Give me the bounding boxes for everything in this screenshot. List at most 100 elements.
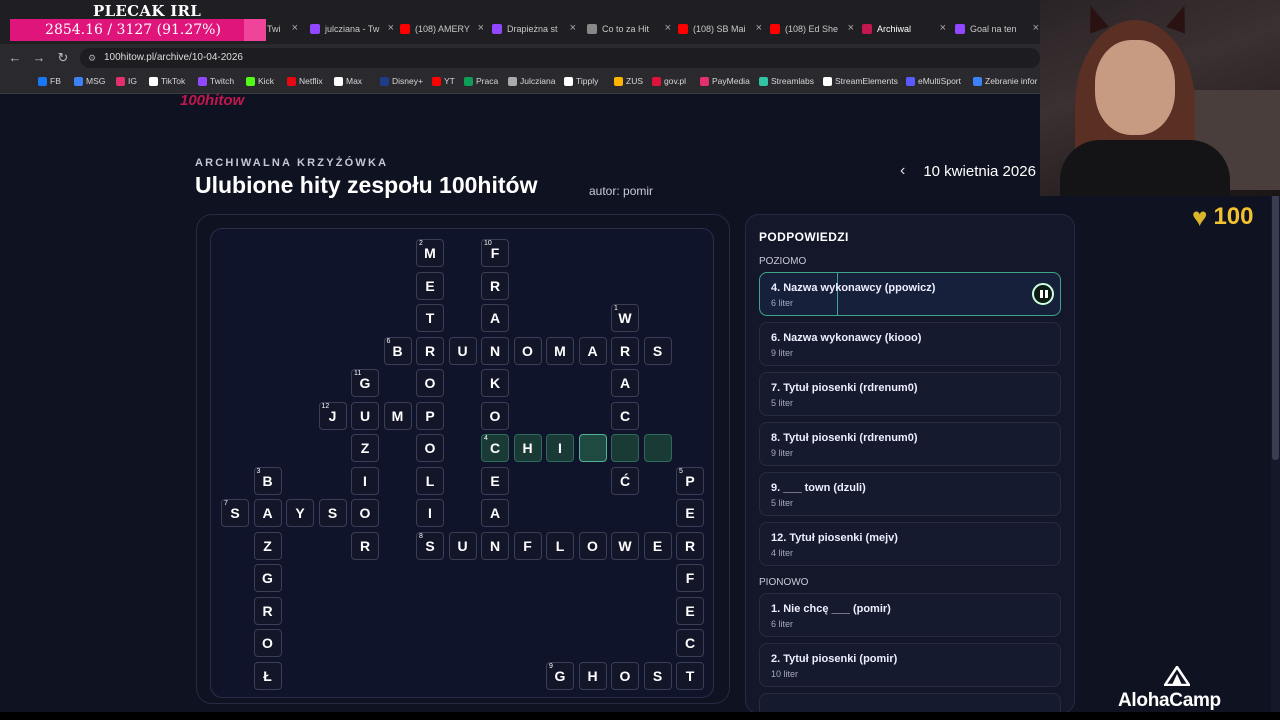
hint-item[interactable]: 2. Tytuł piosenki (pomir) 10 liter <box>759 643 1061 687</box>
crossword-cell[interactable]: 4C <box>481 434 509 462</box>
crossword-cell[interactable]: L <box>416 466 444 495</box>
crossword-cell[interactable]: 8S <box>416 531 444 560</box>
browser-tab[interactable]: Archiwal × <box>862 19 946 39</box>
crossword-cell[interactable]: N <box>481 531 509 560</box>
hint-item[interactable]: 9. ___ town (dzuli) 5 liter <box>759 472 1061 516</box>
crossword-cell[interactable]: O <box>513 336 542 365</box>
browser-tab[interactable]: Drapieżna st × <box>492 19 576 39</box>
crossword-cell[interactable]: F <box>676 564 704 592</box>
crossword-cell[interactable]: O <box>416 434 444 462</box>
crossword-cell[interactable]: S <box>318 499 347 527</box>
crossword-cell[interactable]: 1W <box>611 304 639 332</box>
bookmark-item[interactable]: Julcziana <box>508 76 555 86</box>
bookmark-item[interactable]: Zebranie infor <box>973 76 1037 86</box>
crossword-cell[interactable]: L <box>546 531 574 560</box>
address-bar[interactable]: ⚙ 100hitow.pl/archive/10-04-2026 <box>80 48 1040 68</box>
tab-close-icon[interactable]: × <box>1033 22 1039 34</box>
hint-item[interactable] <box>759 693 1061 713</box>
browser-tab[interactable]: julcziana - Tw × <box>310 19 394 39</box>
bookmark-item[interactable]: StreamElements <box>823 76 898 86</box>
crossword-cell[interactable]: H <box>578 661 607 690</box>
hint-item[interactable]: 7. Tytuł piosenki (rdrenum0) 5 liter <box>759 372 1061 416</box>
crossword-cell[interactable]: Y <box>286 499 314 527</box>
bookmark-item[interactable]: Streamlabs <box>759 76 814 86</box>
pause-icon[interactable] <box>1032 283 1054 305</box>
bookmark-item[interactable]: Netflix <box>287 76 323 86</box>
crossword-cell[interactable]: O <box>253 629 282 657</box>
page-scroll-thumb[interactable] <box>1272 190 1279 460</box>
crossword-cell[interactable]: W <box>611 531 639 560</box>
crossword-cell[interactable]: 11 G <box>351 369 379 397</box>
crossword-cell[interactable]: Z <box>253 531 282 560</box>
browser-tab[interactable]: Co to za Hit × <box>587 19 671 39</box>
crossword-cell[interactable]: O <box>578 531 607 560</box>
tab-close-icon[interactable]: × <box>478 22 484 34</box>
crossword-cell[interactable]: E <box>481 466 509 495</box>
crossword-cell[interactable]: T <box>676 661 704 690</box>
crossword-cell[interactable]: S <box>643 336 672 365</box>
crossword-cell[interactable]: 7S <box>221 499 249 527</box>
crossword-cell[interactable]: 12 J <box>318 401 347 430</box>
crossword-cell[interactable]: U <box>448 531 477 560</box>
crossword-cell[interactable]: O <box>351 499 379 527</box>
crossword-cell[interactable]: I <box>351 466 379 495</box>
browser-tab[interactable]: (108) AMERY × <box>400 19 484 39</box>
crossword-cell[interactable]: 10 F <box>481 239 509 267</box>
previous-date-icon[interactable]: ‹ <box>900 162 905 180</box>
crossword-cell[interactable]: O <box>481 401 509 430</box>
site-info-icon[interactable]: ⚙ <box>88 48 96 68</box>
crossword-cell[interactable]: C <box>676 629 704 657</box>
tab-close-icon[interactable]: × <box>570 22 576 34</box>
crossword-cell[interactable]: M <box>546 336 574 365</box>
crossword-cell[interactable]: C <box>611 401 639 430</box>
back-icon[interactable]: ← <box>6 49 24 67</box>
hint-item[interactable]: 8. Tytuł piosenki (rdrenum0) 9 liter <box>759 422 1061 466</box>
crossword-cell[interactable]: H <box>513 434 542 462</box>
tab-close-icon[interactable]: × <box>848 22 854 34</box>
crossword-cell[interactable]: 6B <box>383 336 412 365</box>
crossword-cell[interactable]: 3B <box>253 466 282 495</box>
crossword-cell[interactable]: R <box>481 271 509 300</box>
browser-tab[interactable]: Goal na ten × <box>955 19 1039 39</box>
bookmark-item[interactable]: FB <box>38 76 61 86</box>
bookmark-item[interactable]: ZUS <box>614 76 643 86</box>
forward-icon[interactable]: → <box>30 49 48 67</box>
bookmark-item[interactable]: Tipply <box>564 76 598 86</box>
crossword-cell[interactable] <box>578 434 607 462</box>
crossword-cell[interactable]: R <box>676 531 704 560</box>
bookmark-item[interactable]: Praca <box>464 76 498 86</box>
crossword-cell[interactable]: Z <box>351 434 379 462</box>
crossword-cell[interactable]: O <box>611 661 639 690</box>
crossword-cell[interactable]: G <box>253 564 282 592</box>
bookmark-item[interactable]: Max <box>334 76 362 86</box>
crossword-cell[interactable]: 9G <box>546 661 574 690</box>
crossword-cell[interactable]: 5P <box>676 466 704 495</box>
crossword-cell[interactable]: A <box>481 499 509 527</box>
crossword-cell[interactable]: M <box>383 401 412 430</box>
crossword-cell[interactable]: 2M <box>416 239 444 267</box>
crossword-cell[interactable]: A <box>253 499 282 527</box>
browser-tab[interactable]: (108) SB Mai × <box>678 19 762 39</box>
bookmark-item[interactable]: TikTok <box>149 76 185 86</box>
crossword-cell[interactable]: R <box>611 336 639 365</box>
bookmark-item[interactable]: eMultiSport <box>906 76 961 86</box>
hint-item[interactable]: 12. Tytuł piosenki (mejv) 4 liter <box>759 522 1061 566</box>
crossword-cell[interactable]: R <box>253 596 282 625</box>
hint-item[interactable]: 1. Nie chcę ___ (pomir) 6 liter <box>759 593 1061 637</box>
crossword-cell[interactable]: O <box>416 369 444 397</box>
bookmark-item[interactable]: Twitch <box>198 76 234 86</box>
tab-close-icon[interactable]: × <box>388 22 394 34</box>
crossword-cell[interactable]: U <box>351 401 379 430</box>
crossword-cell[interactable]: E <box>416 271 444 300</box>
site-logo[interactable]: 100hitow <box>180 92 244 109</box>
crossword-cell[interactable]: P <box>416 401 444 430</box>
crossword-cell[interactable] <box>611 434 639 462</box>
browser-tab[interactable]: (108) Ed She × <box>770 19 854 39</box>
tab-close-icon[interactable]: × <box>940 22 946 34</box>
bookmark-item[interactable]: gov.pl <box>652 76 686 86</box>
crossword-cell[interactable]: R <box>351 531 379 560</box>
crossword-cell[interactable]: E <box>676 596 704 625</box>
bookmark-item[interactable]: Disney+ <box>380 76 423 86</box>
crossword-cell[interactable]: A <box>481 304 509 332</box>
crossword-cell[interactable]: E <box>643 531 672 560</box>
